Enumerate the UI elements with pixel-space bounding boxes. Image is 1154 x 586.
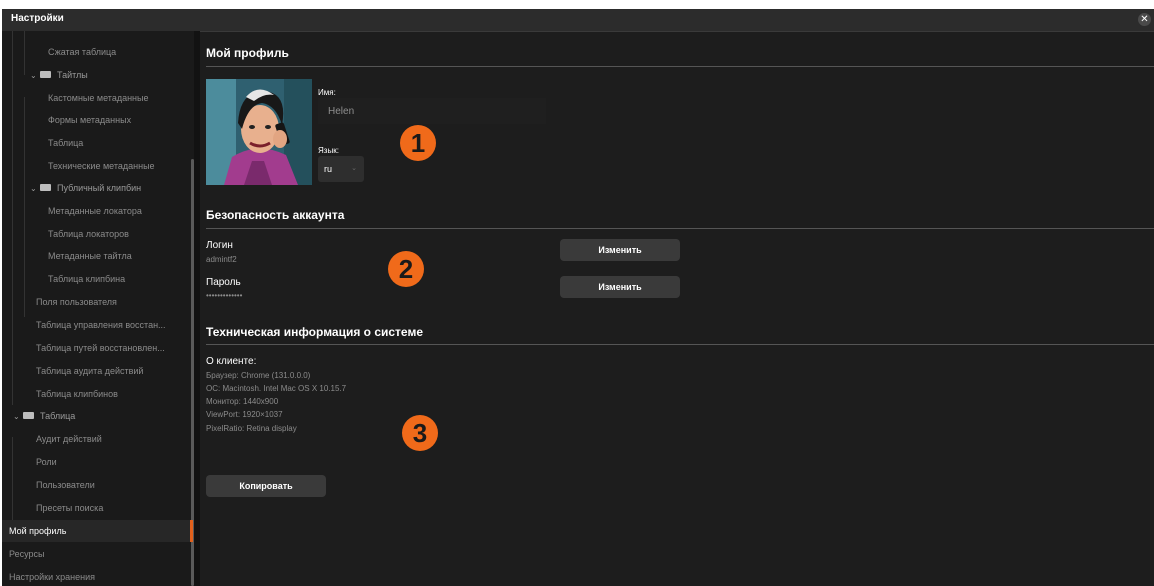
sidebar-item-users[interactable]: Пользователи — [36, 474, 95, 496]
sidebar-item-clipbin-table[interactable]: Таблица клипбина — [48, 268, 125, 290]
change-password-button[interactable]: Изменить — [560, 276, 680, 298]
language-label: Язык: — [318, 146, 339, 155]
viewport-info: ViewPort: 1920×1037 — [206, 410, 283, 419]
sidebar-item-storage-settings[interactable]: Настройки хранения — [9, 566, 95, 586]
change-login-button[interactable]: Изменить — [560, 239, 680, 261]
sidebar-item-search-presets[interactable]: Пресеты поиска — [36, 497, 103, 519]
login-label: Логин — [206, 240, 233, 251]
sidebar-item-technical-metadata[interactable]: Технические метаданные — [48, 155, 155, 177]
sidebar-item-metadata-forms[interactable]: Формы метаданных — [48, 109, 131, 131]
settings-sidebar: Сжатая таблица ⌄ Тайтлы Кастомные метадан… — [2, 31, 194, 586]
sidebar-item-custom-metadata[interactable]: Кастомные метаданные — [48, 87, 149, 109]
divider — [206, 344, 1154, 345]
avatar-illustration — [206, 79, 312, 185]
sidebar-item-locator-table[interactable]: Таблица локаторов — [48, 223, 129, 245]
sidebar-item-my-profile[interactable]: Мой профиль — [2, 520, 192, 542]
section-title-security: Безопасность аккаунта — [206, 208, 345, 222]
sidebar-item-table[interactable]: Таблица — [48, 132, 83, 154]
sidebar-item-clipbins-table[interactable]: Таблица клипбинов — [36, 383, 118, 405]
active-indicator — [190, 520, 193, 542]
password-value: ••••••••••••• — [206, 291, 243, 300]
language-value: ru — [324, 164, 333, 174]
folder-icon — [40, 184, 51, 192]
sidebar-item-action-audit-table[interactable]: Таблица аудита действий — [36, 360, 143, 382]
sidebar-group-public-clipbin[interactable]: ⌄ Публичный клипбин — [30, 177, 141, 199]
sidebar-group-titles[interactable]: ⌄ Тайтлы — [30, 64, 88, 86]
settings-window: Настройки ✕ Сжатая таблица ⌄ Тайтлы Касто… — [2, 9, 1154, 586]
sidebar-item-locator-metadata[interactable]: Метаданные локатора — [48, 200, 142, 222]
tree-guide — [24, 207, 25, 317]
name-field[interactable] — [318, 98, 546, 124]
sidebar-item-title-metadata[interactable]: Метаданные тайтла — [48, 245, 132, 267]
window-title: Настройки — [11, 13, 64, 24]
tree-guide — [24, 97, 25, 207]
folder-icon — [40, 71, 51, 79]
sidebar-item-action-audit[interactable]: Аудит действий — [36, 428, 102, 450]
os-info: ОС: Macintosh. Intel Mac OS X 10.15.7 — [206, 384, 347, 393]
language-select[interactable]: ru ⌄ — [318, 156, 364, 182]
sidebar-group-table[interactable]: ⌄ Таблица — [13, 405, 75, 427]
annotation-badge-2: 2 — [388, 251, 424, 287]
divider — [206, 66, 1154, 67]
chevron-down-icon: ⌄ — [13, 412, 20, 421]
profile-content: Мой профиль Имя: Язык: ru — [200, 31, 1154, 586]
title-bar: Настройки ✕ — [2, 9, 1154, 32]
sidebar-item-restore-paths-table[interactable]: Таблица путей восстановлен... — [36, 337, 165, 359]
tree-guide — [12, 437, 13, 525]
chevron-down-icon: ⌄ — [30, 71, 37, 80]
sidebar-item-roles[interactable]: Роли — [36, 451, 57, 473]
tree-guide — [24, 31, 25, 75]
browser-info: Браузер: Chrome (131.0.0.0) — [206, 371, 311, 380]
login-value: admintf2 — [206, 255, 237, 264]
client-info-label: О клиенте: — [206, 356, 257, 367]
password-label: Пароль — [206, 277, 241, 288]
sidebar-item-resources[interactable]: Ресурсы — [9, 543, 45, 565]
pixel-ratio-info: PixelRatio: Retina display — [206, 424, 297, 433]
divider — [206, 228, 1154, 229]
annotation-badge-1: 1 — [400, 125, 436, 161]
avatar[interactable] — [206, 79, 312, 185]
name-label: Имя: — [318, 88, 336, 97]
copy-button[interactable]: Копировать — [206, 475, 326, 497]
close-icon[interactable]: ✕ — [1138, 13, 1151, 26]
sidebar-item-restore-management-table[interactable]: Таблица управления восстан... — [36, 314, 166, 336]
monitor-info: Монитор: 1440x900 — [206, 397, 279, 406]
chevron-down-icon: ⌄ — [30, 184, 37, 193]
sidebar-item-user-fields[interactable]: Поля пользователя — [36, 291, 117, 313]
annotation-badge-3: 3 — [402, 415, 438, 451]
folder-icon — [23, 412, 34, 420]
section-title-profile: Мой профиль — [206, 46, 289, 60]
tree-guide — [12, 31, 13, 405]
chevron-down-icon: ⌄ — [351, 165, 357, 172]
section-title-tech-info: Техническая информация о системе — [206, 325, 424, 339]
sidebar-item-compressed-table[interactable]: Сжатая таблица — [48, 41, 116, 63]
